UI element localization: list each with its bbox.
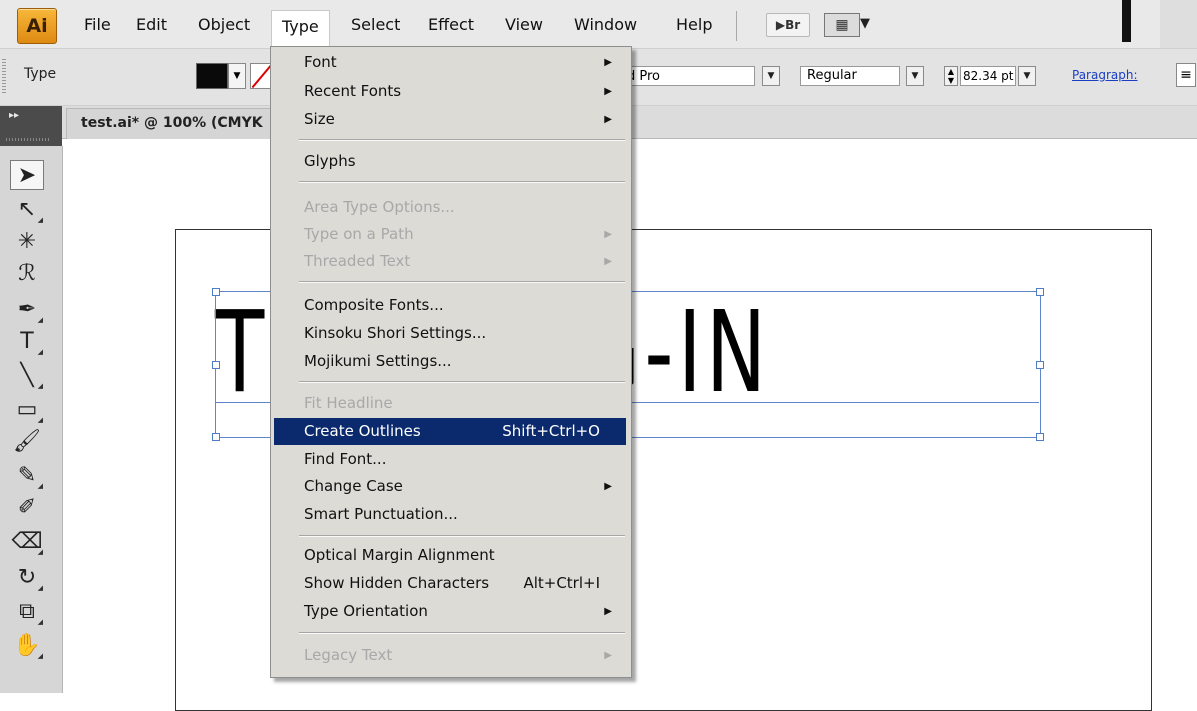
chevron-down-icon[interactable]: ▼	[860, 13, 870, 35]
line-tool-icon[interactable]: ╲ ◢	[10, 360, 44, 391]
menu-item-glyphs[interactable]: Glyphs	[274, 148, 626, 175]
menu-item-legacy-text: Legacy Text ▶	[274, 642, 626, 669]
tools-panel: ➤ ↖ ◢ ✳ ℛ ✒ ◢ T ◢ ╲ ◢ ▭ ◢ 🖌 ✎ ◢ ✐ ⌫ ◢ ↻ ◢ ⧉ ◢ ✋ ◢	[0, 146, 63, 693]
eraser-tool-icon[interactable]: ⌫ ◢	[10, 526, 44, 557]
menu-separator	[299, 139, 625, 141]
tools-grip[interactable]	[6, 138, 50, 141]
menu-separator	[299, 381, 625, 383]
menu-file[interactable]: File	[80, 12, 115, 38]
bbox-handle-top-right[interactable]	[1036, 288, 1044, 296]
blob-brush-tool-icon[interactable]: ✐	[10, 492, 44, 522]
document-tab-title: test.ai* @ 100% (CMYK	[81, 115, 263, 131]
menu-item-threaded-text: Threaded Text ▶	[274, 248, 626, 275]
paintbrush-tool-icon[interactable]: 🖌	[10, 426, 44, 456]
bbox-handle-bottom-right[interactable]	[1036, 433, 1044, 441]
tools-panel-header: ▸▸	[0, 106, 62, 146]
control-type-label: Type	[24, 66, 57, 82]
font-size-field[interactable]: 82.34 pt	[960, 66, 1016, 86]
menu-item-optical-margin-alignment[interactable]: Optical Margin Alignment	[274, 542, 626, 569]
menu-object[interactable]: Object	[194, 12, 254, 38]
submenu-arrow-icon: ▶	[604, 650, 612, 661]
menu-bar: Ai File Edit Object Type Select Effect V…	[0, 0, 1197, 48]
menu-edit[interactable]: Edit	[132, 12, 171, 38]
warp-tool-icon[interactable]: ✋ ◢	[10, 630, 44, 661]
menu-separator	[299, 281, 625, 283]
pencil-tool-icon[interactable]: ✎ ◢	[10, 460, 44, 491]
corner-block	[1160, 0, 1197, 48]
menu-item-type-on-a-path: Type on a Path ▶	[274, 221, 626, 248]
selection-tool-icon[interactable]: ➤	[10, 160, 44, 190]
bridge-button[interactable]: ▶Br	[766, 13, 810, 37]
bbox-handle-mid-left[interactable]	[212, 361, 220, 369]
menu-item-mojikumi-settings[interactable]: Mojikumi Settings...	[274, 348, 626, 375]
magic-wand-tool-icon[interactable]: ✳	[10, 226, 44, 256]
menu-type[interactable]: Type	[271, 10, 330, 47]
submenu-arrow-icon: ▶	[604, 57, 612, 68]
menu-window[interactable]: Window	[570, 12, 641, 38]
menu-item-smart-punctuation[interactable]: Smart Punctuation...	[274, 501, 626, 528]
direct-selection-tool-icon[interactable]: ↖ ◢	[10, 194, 44, 225]
menu-separator	[299, 181, 625, 183]
menu-select[interactable]: Select	[347, 12, 404, 38]
rectangle-tool-icon[interactable]: ▭ ◢	[10, 394, 44, 425]
scale-tool-icon[interactable]: ⧉ ◢	[10, 596, 44, 627]
menu-item-create-outlines[interactable]: Create Outlines Shift+Ctrl+O	[274, 418, 626, 445]
menu-item-size[interactable]: Size ▶	[274, 106, 626, 133]
rotate-tool-icon[interactable]: ↻ ◢	[10, 562, 44, 593]
font-family-dropdown-icon[interactable]: ▼	[762, 66, 780, 86]
menu-item-kinsoku-shori-settings[interactable]: Kinsoku Shori Settings...	[274, 320, 626, 347]
collapse-panel-icon[interactable]: ▸▸	[9, 110, 19, 121]
menu-separator	[299, 632, 625, 634]
shortcut-label: Shift+Ctrl+O	[502, 422, 600, 440]
menu-item-area-type-options: Area Type Options...	[304, 198, 455, 216]
paragraph-link[interactable]: Paragraph:	[1072, 68, 1138, 82]
menu-view[interactable]: View	[501, 12, 547, 38]
submenu-arrow-icon: ▶	[604, 606, 612, 617]
menu-item-type-orientation[interactable]: Type Orientation ▶	[274, 598, 626, 625]
corner-bar	[1122, 0, 1131, 42]
submenu-arrow-icon: ▶	[604, 256, 612, 267]
menu-help[interactable]: Help	[672, 12, 716, 38]
font-style-dropdown-icon[interactable]: ▼	[906, 66, 924, 86]
align-left-icon[interactable]: ≡	[1176, 63, 1196, 87]
bbox-handle-top-left[interactable]	[212, 288, 220, 296]
fill-dropdown-chevron-icon[interactable]: ▼	[228, 63, 246, 89]
submenu-arrow-icon: ▶	[604, 229, 612, 240]
fill-color-swatch[interactable]	[196, 63, 228, 89]
menu-item-show-hidden-characters[interactable]: Show Hidden Characters Alt+Ctrl+I	[274, 570, 626, 597]
bbox-handle-bottom-left[interactable]	[212, 433, 220, 441]
menu-separator	[299, 535, 625, 537]
illustrator-logo-icon[interactable]: Ai	[17, 8, 57, 44]
submenu-arrow-icon: ▶	[604, 481, 612, 492]
bridge-icon: ▶	[775, 18, 786, 32]
lasso-tool-icon[interactable]: ℛ	[10, 258, 44, 288]
submenu-arrow-icon: ▶	[604, 114, 612, 125]
bbox-handle-mid-right[interactable]	[1036, 361, 1044, 369]
menu-item-change-case[interactable]: Change Case ▶	[274, 473, 626, 500]
arrange-documents-icon[interactable]: ▦	[824, 13, 860, 37]
type-menu-dropdown: Font ▶ Recent Fonts ▶ Size ▶ Glyphs Area Ty…	[270, 46, 632, 678]
menu-item-find-font[interactable]: Find Font...	[274, 446, 626, 473]
shortcut-label: Alt+Ctrl+I	[523, 574, 600, 592]
menu-effect[interactable]: Effect	[424, 12, 478, 38]
type-tool-icon[interactable]: T ◢	[10, 326, 44, 357]
pen-tool-icon[interactable]: ✒ ◢	[10, 294, 44, 325]
menu-item-font[interactable]: Font ▶	[274, 49, 626, 76]
font-size-stepper-icon[interactable]: ▲ ▼	[944, 66, 958, 86]
submenu-arrow-icon: ▶	[604, 86, 612, 97]
bridge-label: Br	[785, 18, 801, 32]
menu-item-composite-fonts[interactable]: Composite Fonts...	[274, 292, 626, 319]
font-style-field[interactable]: Regular	[800, 66, 900, 86]
panel-grip-icon[interactable]	[2, 59, 6, 93]
menu-item-recent-fonts[interactable]: Recent Fonts ▶	[274, 78, 626, 105]
font-size-dropdown-icon[interactable]: ▼	[1018, 66, 1036, 86]
menubar-divider	[736, 11, 737, 41]
menu-item-fit-headline: Fit Headline	[304, 394, 393, 412]
